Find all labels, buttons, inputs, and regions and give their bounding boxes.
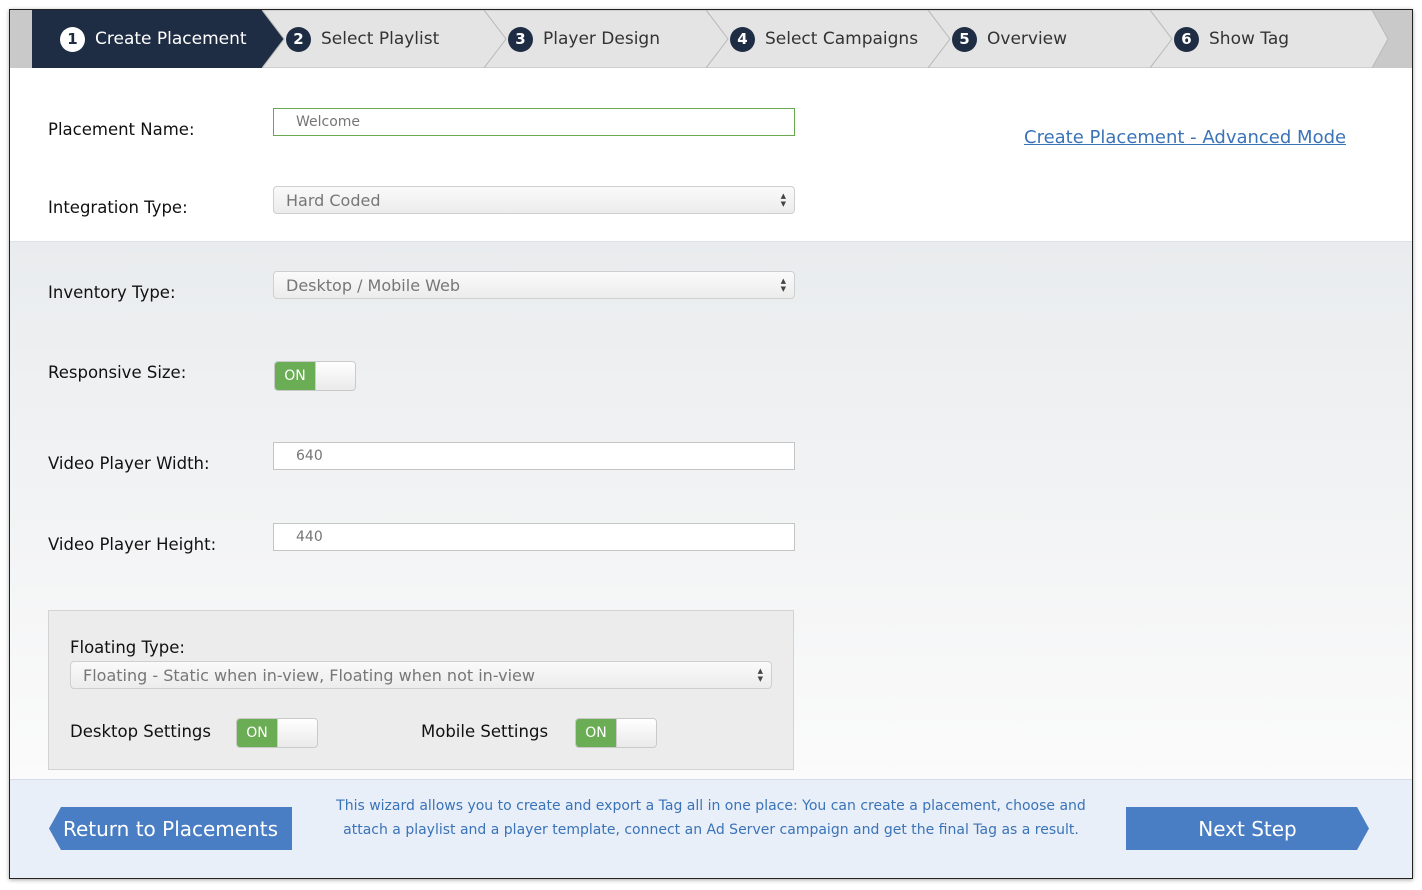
step-label: Select Campaigns: [765, 29, 919, 49]
toggle-knob: [277, 719, 317, 747]
toggle-on-label: ON: [275, 362, 315, 390]
video-width-input[interactable]: [273, 442, 795, 470]
floating-type-label: Floating Type:: [70, 638, 185, 657]
video-height-input[interactable]: [273, 523, 795, 551]
desktop-settings-label: Desktop Settings: [70, 722, 211, 741]
placement-name-label: Placement Name:: [48, 120, 195, 139]
step-number: 5: [952, 26, 977, 52]
step-label: Show Tag: [1209, 29, 1290, 49]
step-number: 6: [1174, 26, 1199, 52]
integration-type-value: Hard Coded: [286, 190, 381, 210]
return-button-label: Return to Placements: [62, 816, 279, 841]
floating-settings-panel: Floating Type: Floating - Static when in…: [48, 610, 794, 770]
next-step-button[interactable]: Next Step: [1126, 807, 1369, 850]
select-arrows-icon: ▲ ▼: [780, 192, 786, 208]
toggle-knob: [315, 362, 355, 390]
toggle-on-label: ON: [237, 719, 277, 747]
floating-type-value: Floating - Static when in-view, Floating…: [83, 665, 535, 685]
placement-name-input[interactable]: [273, 108, 795, 136]
desktop-settings-toggle[interactable]: ON: [236, 718, 318, 748]
placement-basic-section: [10, 68, 1412, 241]
responsive-size-label: Responsive Size:: [48, 363, 187, 382]
wizard-step-bar: 1 Create Placement 2 Select Playlist 3 P…: [10, 10, 1412, 68]
responsive-size-toggle[interactable]: ON: [274, 361, 356, 391]
inventory-type-select[interactable]: Desktop / Mobile Web ▲ ▼: [273, 271, 795, 299]
next-button-label: Next Step: [1198, 816, 1297, 841]
video-height-label: Video Player Height:: [48, 535, 217, 554]
step-show-tag[interactable]: 6 Show Tag: [1150, 10, 1395, 68]
step-number: 1: [60, 26, 85, 52]
integration-type-label: Integration Type:: [48, 198, 188, 217]
step-label: Overview: [987, 29, 1068, 49]
step-create-placement[interactable]: 1 Create Placement: [32, 10, 284, 68]
toggle-on-label: ON: [576, 719, 616, 747]
wizard-info-text: This wizard allows you to create and exp…: [336, 798, 1086, 838]
mobile-settings-toggle[interactable]: ON: [575, 718, 657, 748]
step-player-design[interactable]: 3 Player Design: [484, 10, 729, 68]
step-number: 4: [730, 26, 755, 52]
inventory-type-label: Inventory Type:: [48, 283, 176, 302]
toggle-knob: [616, 719, 656, 747]
step-select-campaigns[interactable]: 4 Select Campaigns: [706, 10, 951, 68]
select-arrows-icon: ▲ ▼: [780, 277, 786, 293]
step-number: 2: [286, 26, 311, 52]
step-number: 3: [508, 26, 533, 52]
mobile-settings-label: Mobile Settings: [421, 722, 549, 741]
step-select-playlist[interactable]: 2 Select Playlist: [262, 10, 507, 68]
step-overview[interactable]: 5 Overview: [928, 10, 1173, 68]
integration-type-select[interactable]: Hard Coded ▲ ▼: [273, 186, 795, 214]
video-width-label: Video Player Width:: [48, 454, 210, 473]
floating-type-select[interactable]: Floating - Static when in-view, Floating…: [70, 661, 772, 689]
inventory-type-value: Desktop / Mobile Web: [286, 275, 460, 295]
wizard-window: 1 Create Placement 2 Select Playlist 3 P…: [9, 9, 1413, 879]
step-label: Create Placement: [95, 29, 247, 49]
step-label: Player Design: [543, 29, 660, 49]
select-arrows-icon: ▲ ▼: [757, 667, 763, 683]
advanced-mode-link[interactable]: Create Placement - Advanced Mode: [1024, 127, 1346, 148]
wizard-footer: Return to Placements This wizard allows …: [10, 779, 1412, 878]
return-to-placements-button[interactable]: Return to Placements: [49, 807, 292, 850]
step-label: Select Playlist: [321, 29, 440, 49]
